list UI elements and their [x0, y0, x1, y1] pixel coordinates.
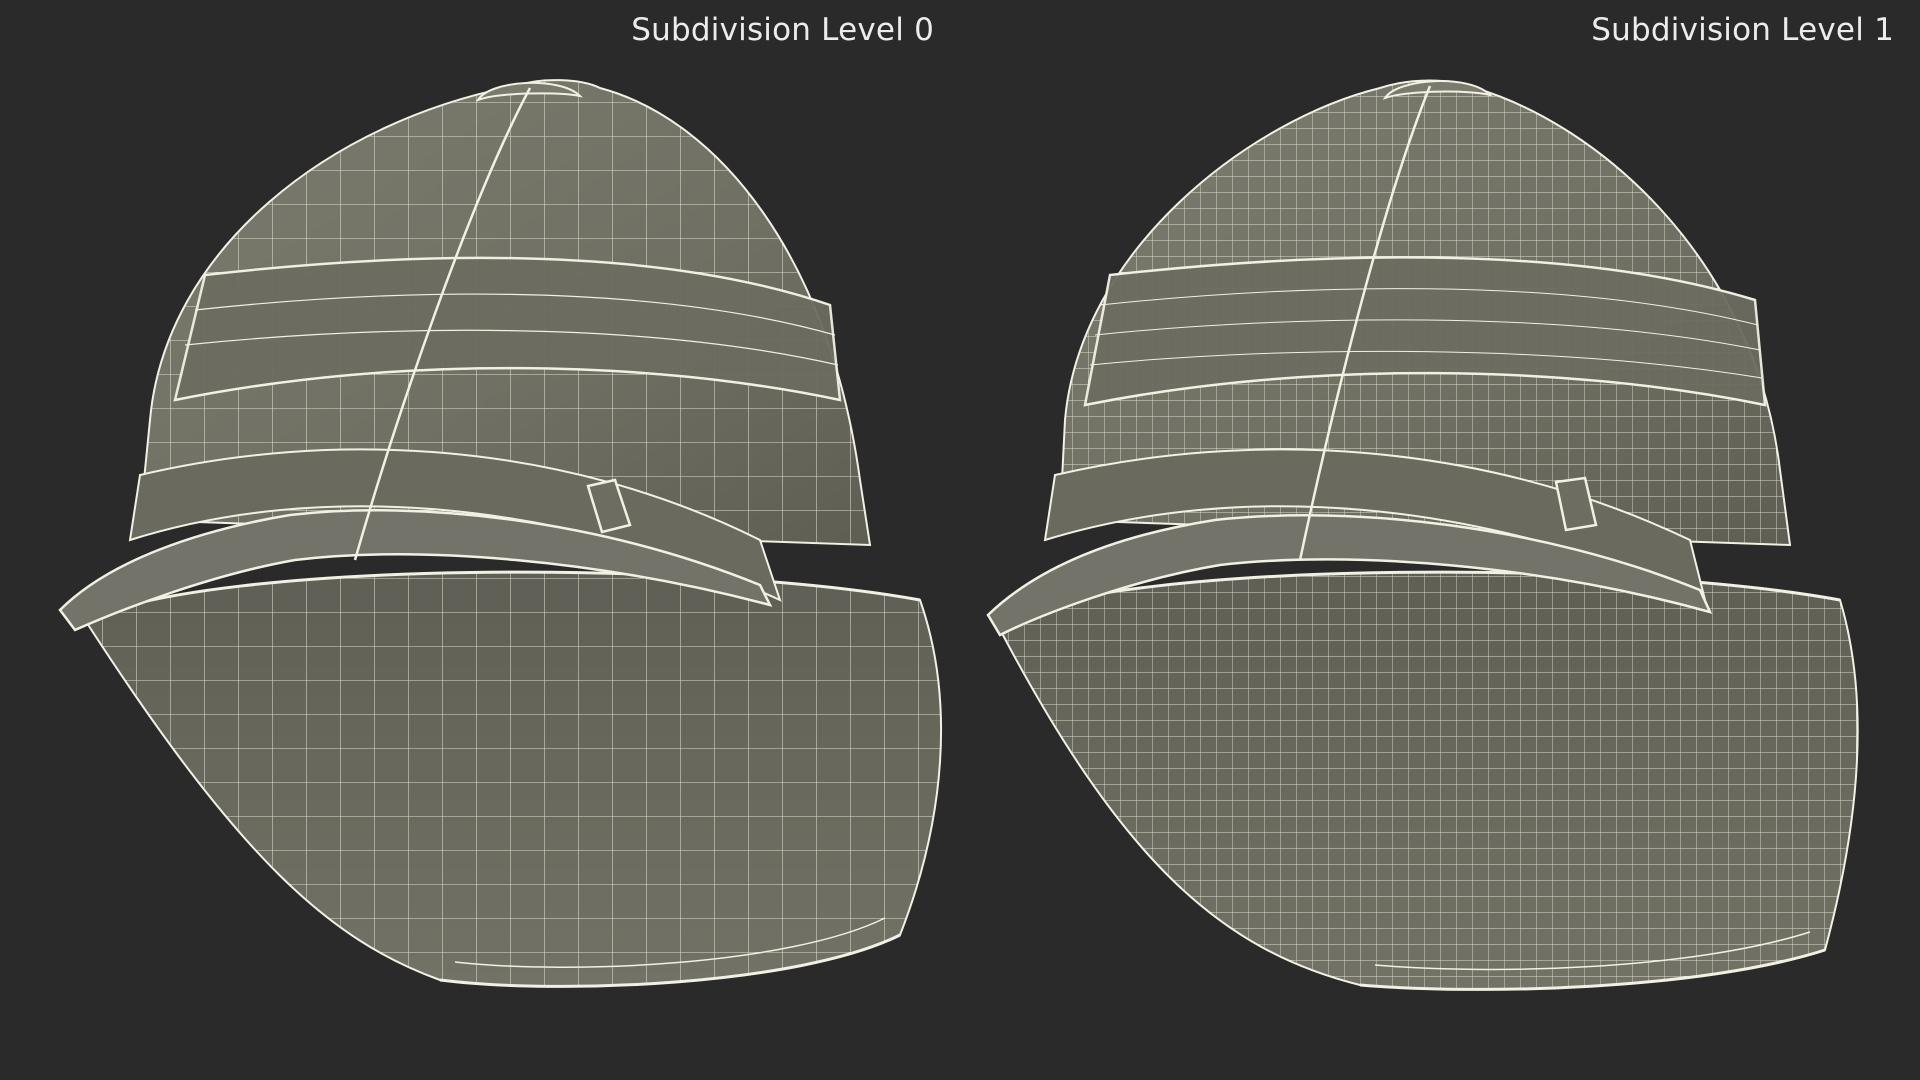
label-subdivision-level-1: Subdivision Level 1: [1591, 12, 1894, 48]
helmet-right: [986, 79, 1859, 991]
viewport: Subdivision Level 0 Subdivision Level 1: [0, 0, 1920, 1080]
render-canvas: [58, 79, 1859, 991]
label-subdivision-level-0: Subdivision Level 0: [631, 12, 934, 48]
helmet-left: [58, 79, 943, 988]
